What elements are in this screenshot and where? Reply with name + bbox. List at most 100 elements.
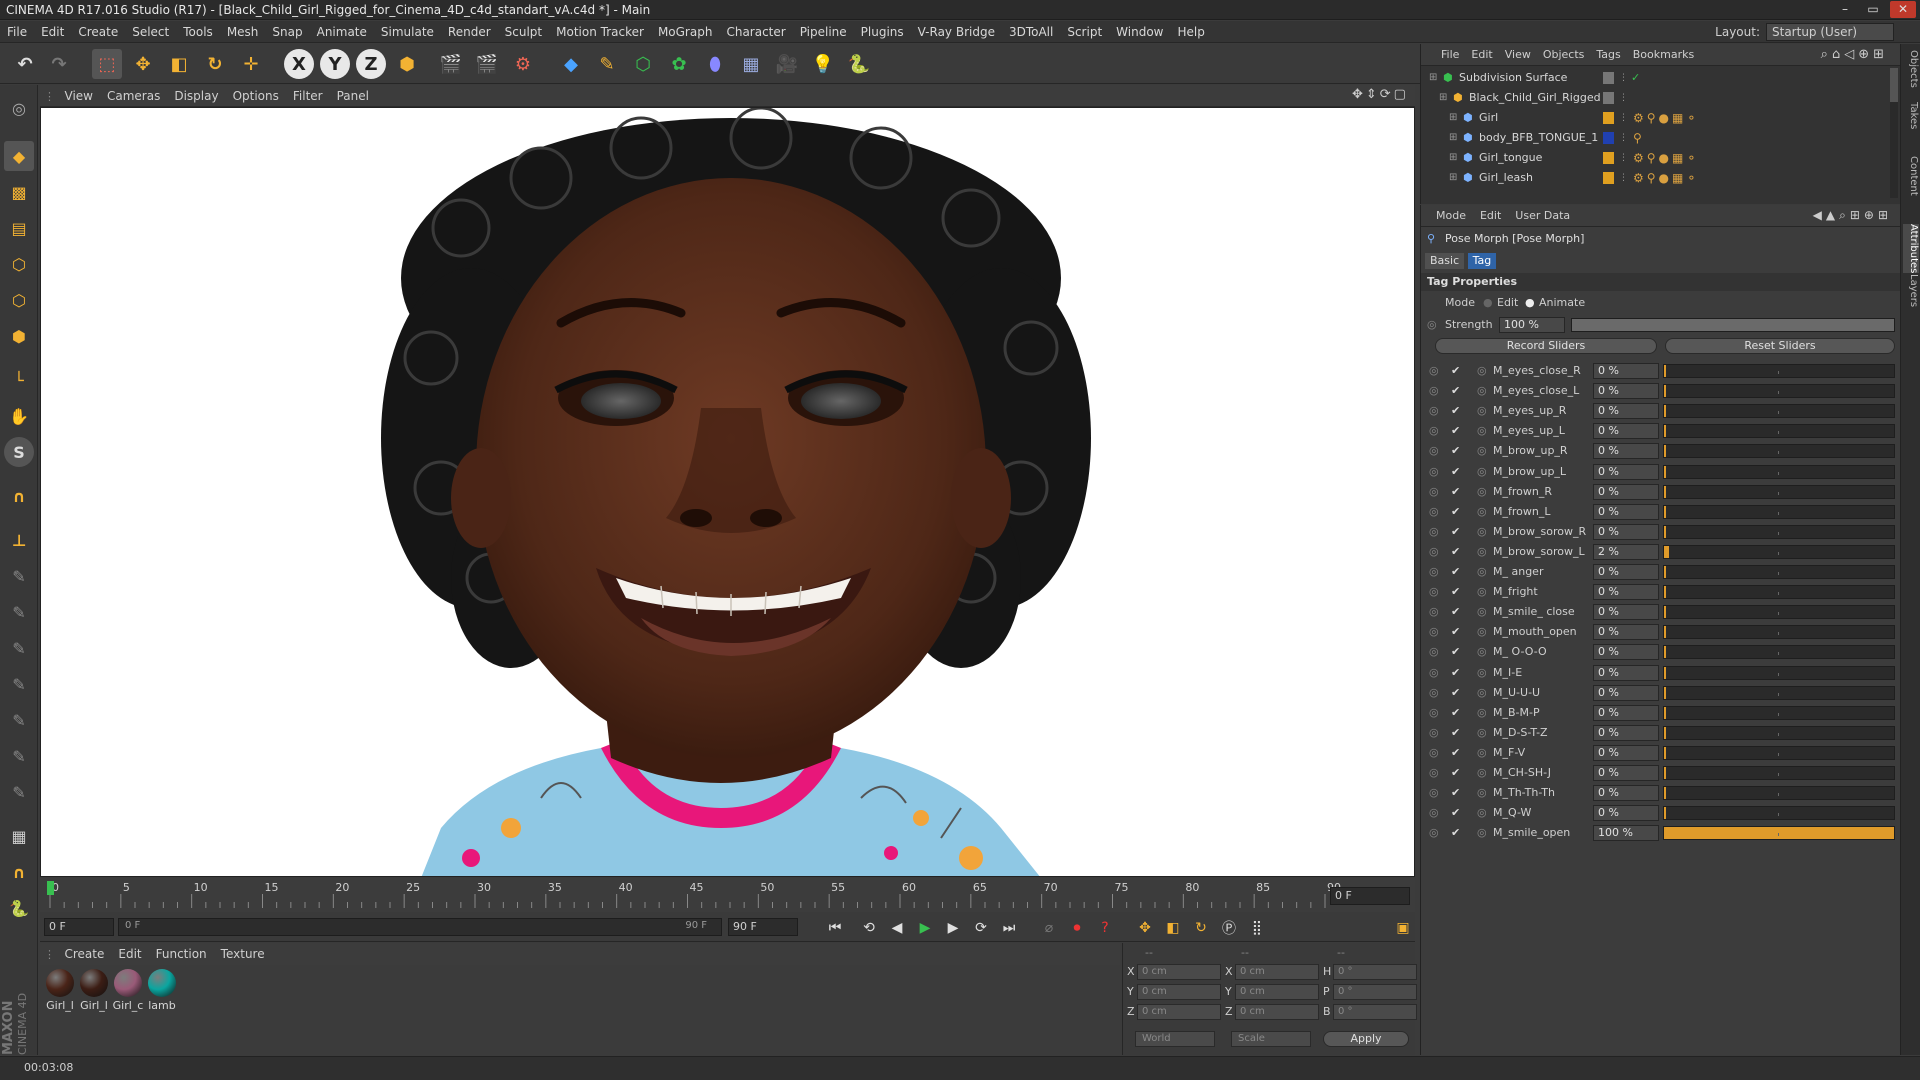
side-tab-takes[interactable]: Takes [1903,102,1919,129]
coord-rotation-field[interactable]: 0 ° [1333,984,1417,1000]
move-icon[interactable]: ✥ [128,49,158,79]
layer-color-swatch[interactable] [1603,132,1614,144]
viewport-menu-options[interactable]: Options [226,85,286,107]
mode-animate-radio[interactable]: ● [1525,293,1535,313]
apply-button[interactable]: Apply [1323,1031,1409,1047]
expand-icon[interactable]: ⊞ [1449,148,1457,168]
playhead[interactable] [47,881,54,895]
preview-range-slider[interactable]: 0 F 90 F [118,918,722,936]
morph-animate-icon[interactable]: ◎ [1429,502,1439,522]
object-menu-tags[interactable]: Tags [1590,44,1626,66]
render-picture-viewer-icon[interactable]: 🎬 [472,49,502,79]
expand-icon[interactable]: ⊞ [1449,168,1457,188]
y-axis-icon[interactable]: Y [320,49,350,79]
tab-tag[interactable]: Tag [1467,253,1497,269]
coord-position-field[interactable]: 0 cm [1137,964,1221,980]
morph-value-field[interactable]: 0 % [1593,604,1659,621]
viewport-menu-display[interactable]: Display [167,85,225,107]
morph-enable-checkbox[interactable]: ✔ [1451,743,1460,763]
morph-keyframe-icon[interactable]: ◎ [1477,803,1487,823]
viewport-nav-icons[interactable]: ✥⇕⟳▢ [1352,87,1412,105]
side-tab-attributes[interactable]: Attributes [1903,224,1919,274]
menu-mograph[interactable]: MoGraph [651,21,720,43]
strength-field[interactable]: 100 % [1499,317,1565,333]
morph-value-field[interactable]: 0 % [1593,724,1659,741]
end-frame-field[interactable]: 90 F [728,918,798,936]
key-param-icon[interactable]: Ⓟ [1218,917,1240,939]
key-rotation-icon[interactable]: ↻ [1190,917,1212,939]
viewport-menu-filter[interactable]: Filter [286,85,330,107]
autokeying-icon[interactable]: ? [1094,917,1116,939]
morph-animate-icon[interactable]: ◎ [1429,723,1439,743]
object-row[interactable]: ⊞ ⬢ body_BFB_TONGUE_1 ⋮ ⚲ [1421,128,1891,148]
morph-enable-checkbox[interactable]: ✔ [1451,562,1460,582]
morph-value-field[interactable]: 0 % [1593,403,1659,420]
magnet-lock-icon[interactable]: ∩ [4,857,34,887]
menu-motion-tracker[interactable]: Motion Tracker [549,21,651,43]
morph-enable-checkbox[interactable]: ✔ [1451,823,1460,843]
strength-slider[interactable] [1571,318,1895,332]
morph-animate-icon[interactable]: ◎ [1429,401,1439,421]
morph-slider[interactable] [1663,444,1895,459]
visibility-dots-icon[interactable]: ⋮ [1619,148,1628,168]
morph-slider[interactable] [1663,725,1895,740]
expand-icon[interactable]: ⊞ [1439,88,1447,108]
morph-keyframe-icon[interactable]: ◎ [1477,462,1487,482]
morph-keyframe-icon[interactable]: ◎ [1477,763,1487,783]
go-to-end-icon[interactable]: ⏭ [998,917,1020,939]
object-row[interactable]: ⊞ ⬢ Girl_leash ⋮ ⚙⚲●▦⚬ [1421,168,1891,188]
make-editable-icon[interactable]: ◎ [4,93,34,123]
morph-enable-checkbox[interactable]: ✔ [1451,502,1460,522]
morph-value-field[interactable]: 0 % [1593,785,1659,802]
morph-keyframe-icon[interactable]: ◎ [1477,441,1487,461]
menu-window[interactable]: Window [1109,21,1170,43]
morph-value-field[interactable]: 0 % [1593,503,1659,520]
morph-animate-icon[interactable]: ◎ [1429,462,1439,482]
menu-3dtoall[interactable]: 3DToAll [1002,21,1060,43]
morph-keyframe-icon[interactable]: ◎ [1477,381,1487,401]
morph-animate-icon[interactable]: ◎ [1429,703,1439,723]
sculpt-knife-icon[interactable]: ✎ [4,741,34,771]
morph-animate-icon[interactable]: ◎ [1429,482,1439,502]
floor-icon[interactable]: ▦ [736,49,766,79]
morph-value-field[interactable]: 0 % [1593,363,1659,379]
object-tags-icon[interactable]: ⚙⚲●▦⚬ [1633,168,1699,188]
menu-mesh[interactable]: Mesh [220,21,266,43]
morph-slider[interactable] [1663,544,1895,559]
morph-animate-icon[interactable]: ◎ [1429,562,1439,582]
morph-slider[interactable] [1663,384,1895,399]
object-tags-icon[interactable]: ⚙⚲●▦⚬ [1633,108,1699,128]
morph-enable-checkbox[interactable]: ✔ [1451,683,1460,703]
morph-animate-icon[interactable]: ◎ [1429,823,1439,843]
morph-animate-icon[interactable]: ◎ [1429,361,1439,381]
layer-color-swatch[interactable] [1603,112,1614,124]
morph-slider[interactable] [1663,484,1895,499]
object-menu-edit[interactable]: Edit [1465,44,1498,66]
morph-keyframe-icon[interactable]: ◎ [1477,401,1487,421]
model-mode-icon[interactable]: ◆ [4,141,34,171]
magnet-icon[interactable]: ∩ [4,481,34,511]
morph-animate-icon[interactable]: ◎ [1429,582,1439,602]
coord-rotation-field[interactable]: 0 ° [1333,1004,1417,1020]
minimize-icon[interactable]: – [1832,1,1858,18]
close-icon[interactable]: ✕ [1890,1,1916,18]
morph-slider[interactable] [1663,504,1895,519]
morph-keyframe-icon[interactable]: ◎ [1477,482,1487,502]
morph-value-field[interactable]: 0 % [1593,584,1659,601]
workplane-icon[interactable]: ▤ [4,213,34,243]
expand-icon[interactable]: ⊞ [1449,128,1457,148]
side-tab-layers[interactable]: Layers [1903,274,1919,307]
morph-keyframe-icon[interactable]: ◎ [1477,502,1487,522]
record-sliders-button[interactable]: Record Sliders [1435,338,1657,354]
morph-value-field[interactable]: 0 % [1593,684,1659,701]
morph-value-field[interactable]: 2 % [1593,543,1659,560]
morph-value-field[interactable]: 0 % [1593,624,1659,641]
polygons-mode-icon[interactable]: ⬢ [4,321,34,351]
visibility-dots-icon[interactable]: ⋮ [1619,68,1628,88]
layer-color-swatch[interactable] [1603,72,1614,84]
menu-v-ray-bridge[interactable]: V-Ray Bridge [911,21,1002,43]
texture-mode-icon[interactable]: ▩ [4,177,34,207]
python-generator-icon[interactable]: 🐍 [4,893,34,923]
menu-snap[interactable]: Snap [265,21,309,43]
key-scale-icon[interactable]: ◧ [1162,917,1184,939]
